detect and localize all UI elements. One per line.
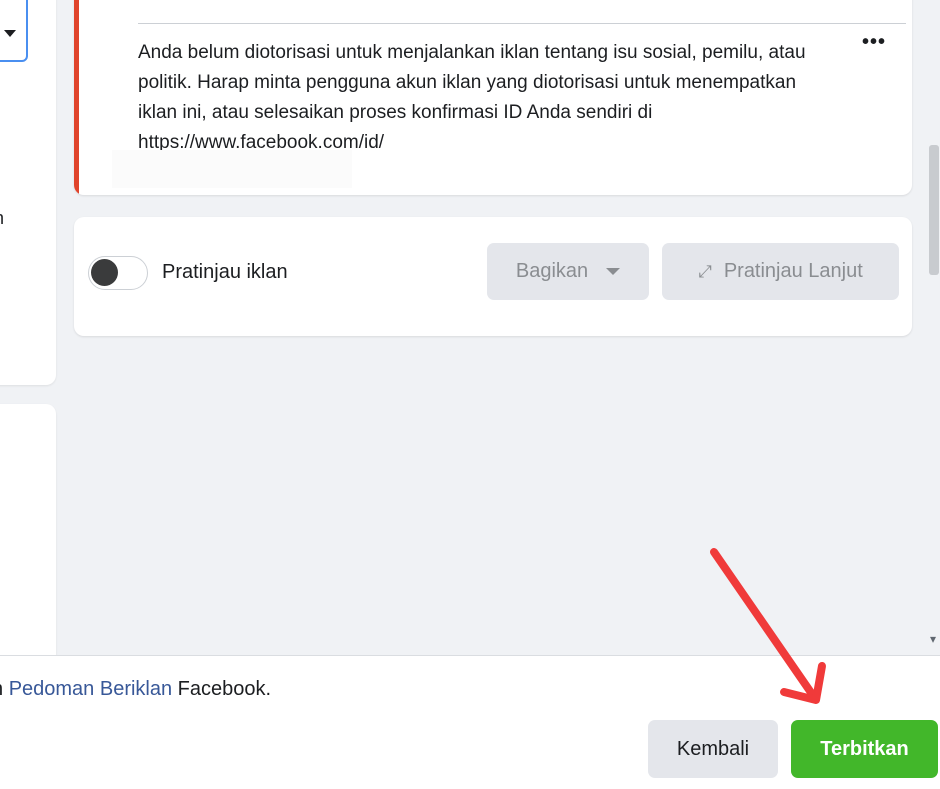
divider bbox=[138, 23, 906, 24]
policy-suffix: Facebook. bbox=[172, 678, 272, 700]
error-message-text: Anda belum diotorisasi untuk menjalankan… bbox=[138, 42, 806, 153]
chevron-down-icon bbox=[4, 30, 16, 37]
publish-button[interactable]: Terbitkan bbox=[791, 720, 938, 778]
advanced-preview-button[interactable]: ⤢ Pratinjau Lanjut bbox=[662, 243, 899, 300]
advertising-policies-link[interactable]: Pedoman Beriklan bbox=[9, 678, 172, 700]
scroll-down-icon[interactable]: ▾ bbox=[930, 632, 936, 646]
more-options-button[interactable]: ••• bbox=[856, 32, 892, 60]
scrollbar-thumb[interactable] bbox=[929, 145, 939, 275]
share-button[interactable]: Bagikan bbox=[487, 243, 649, 300]
expand-icon: ⤢ bbox=[698, 261, 712, 281]
share-button-label: Bagikan bbox=[515, 260, 589, 282]
back-button[interactable]: Kembali bbox=[648, 720, 778, 778]
toggle-knob bbox=[91, 259, 118, 286]
left-panel-text-fragment: n bbox=[0, 208, 4, 229]
ad-preview-toggle[interactable] bbox=[88, 256, 148, 290]
policy-notice: n Pedoman Beriklan Facebook. bbox=[0, 678, 271, 701]
ad-preview-toggle-label: Pratinjau iklan bbox=[162, 261, 288, 283]
error-accent-stripe bbox=[74, 0, 79, 195]
redacted-text-overlay bbox=[112, 150, 352, 188]
scrollbar-track[interactable] bbox=[928, 0, 940, 655]
left-dropdown[interactable] bbox=[0, 0, 28, 62]
left-panel-lower bbox=[0, 404, 56, 664]
chevron-down-icon bbox=[606, 268, 621, 275]
advanced-preview-label: Pratinjau Lanjut bbox=[723, 260, 863, 282]
policy-prefix: n bbox=[0, 678, 9, 700]
